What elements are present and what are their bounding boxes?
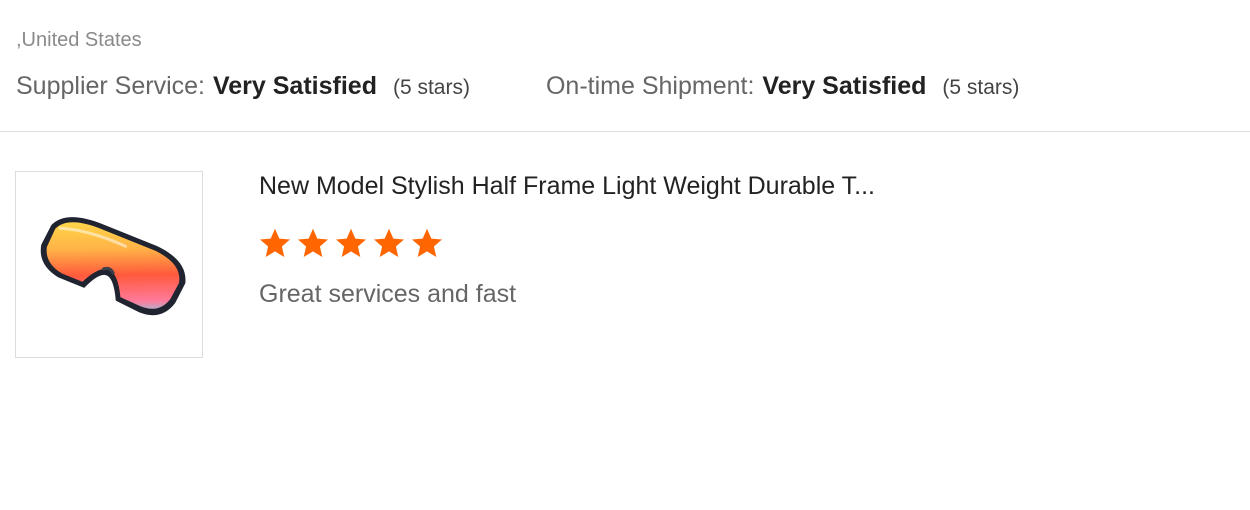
product-thumbnail[interactable] [15,171,203,358]
rating-label: On-time Shipment: [545,72,755,100]
section-divider [0,131,1250,132]
star-icon [412,228,442,258]
on-time-shipment-rating: On-time Shipment: Very Satisfied (5 star… [546,72,1019,101]
reviewer-location: ,United States [16,29,142,51]
star-icon [260,228,290,258]
review-comment: Great services and fast [259,280,517,308]
supplier-service-rating: Supplier Service: Very Satisfied (5 star… [16,72,470,101]
star-icon [336,228,366,258]
rating-stars-text: (5 stars) [392,76,470,99]
rating-value: Very Satisfied [212,72,377,100]
rating-label: Supplier Service: [16,72,205,100]
sunglasses-image [40,217,186,316]
star-icon [374,228,404,258]
product-title-link[interactable]: New Model Stylish Half Frame Light Weigh… [259,172,875,201]
rating-value: Very Satisfied [762,72,927,100]
review-page: ,United States Supplier Service: Very Sa… [0,0,1250,510]
rating-stars-text: (5 stars) [942,76,1020,99]
star-rating [257,226,447,262]
star-icon [298,228,328,258]
ratings-summary: Supplier Service: Very Satisfied (5 star… [16,72,1019,104]
